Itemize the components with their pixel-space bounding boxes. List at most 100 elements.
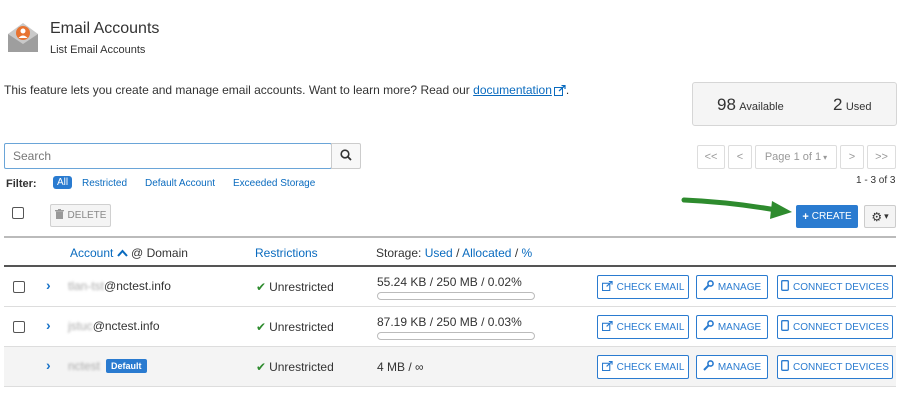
checkmark-icon: ✔ bbox=[256, 280, 267, 294]
column-storage: Storage: Used / Allocated / % bbox=[376, 246, 533, 260]
quota-stats-panel: 98 Available 2 Used bbox=[692, 82, 897, 126]
results-count: 1 - 3 of 3 bbox=[856, 175, 896, 186]
restriction-label: Unrestricted bbox=[269, 320, 334, 334]
mobile-device-icon bbox=[781, 320, 789, 334]
pagination-prev-button[interactable]: < bbox=[728, 145, 752, 169]
connect-devices-button[interactable]: CONNECT DEVICES bbox=[777, 275, 893, 299]
email-envelope-icon bbox=[6, 20, 40, 54]
column-storage-label: Storage: bbox=[376, 246, 422, 260]
row-checkbox[interactable] bbox=[13, 321, 25, 333]
column-account[interactable]: Account @ Domain bbox=[70, 246, 188, 260]
expand-row-chevron-icon[interactable]: › bbox=[46, 277, 51, 293]
check-email-button[interactable]: CHECK EMAIL bbox=[597, 315, 689, 339]
restriction-label: Unrestricted bbox=[269, 280, 334, 294]
check-email-button[interactable]: CHECK EMAIL bbox=[597, 275, 689, 299]
page-select-label: Page 1 of 1 bbox=[764, 151, 822, 163]
column-restrictions[interactable]: Restrictions bbox=[255, 246, 318, 260]
table-row: › tlan-tst@nctest.info ✔ Unrestricted 55.… bbox=[4, 267, 896, 307]
check-email-label: CHECK EMAIL bbox=[616, 321, 685, 333]
connect-devices-label: CONNECT DEVICES bbox=[793, 321, 889, 333]
check-email-button[interactable]: CHECK EMAIL bbox=[597, 355, 689, 379]
mobile-device-icon bbox=[781, 360, 789, 374]
search-button[interactable] bbox=[331, 143, 361, 169]
account-username-redacted: jstuc bbox=[68, 319, 93, 333]
account-domain: @nctest.info bbox=[104, 279, 171, 293]
create-button[interactable]: + CREATE bbox=[796, 205, 858, 228]
search-input[interactable] bbox=[4, 143, 332, 169]
column-domain-label: @ Domain bbox=[131, 246, 188, 260]
settings-dropdown-button[interactable]: ⚙ ▾ bbox=[864, 205, 896, 228]
sort-used-link[interactable]: Used bbox=[425, 246, 453, 260]
manage-label: MANAGE bbox=[717, 361, 762, 373]
plus-icon: + bbox=[802, 210, 809, 223]
account-address[interactable]: nctest Default bbox=[68, 359, 147, 373]
filter-default-account[interactable]: Default Account bbox=[145, 178, 215, 189]
mobile-device-icon bbox=[781, 280, 789, 294]
connect-devices-label: CONNECT DEVICES bbox=[793, 361, 889, 373]
connect-devices-button[interactable]: CONNECT DEVICES bbox=[777, 315, 893, 339]
delete-button[interactable]: DELETE bbox=[50, 204, 111, 227]
connect-devices-button[interactable]: CONNECT DEVICES bbox=[777, 355, 893, 379]
manage-button[interactable]: MANAGE bbox=[696, 355, 768, 379]
intro-text: This feature lets you create and manage … bbox=[4, 83, 569, 99]
external-link-icon bbox=[601, 320, 613, 334]
storage-usage: 87.19 KB / 250 MB / 0.03% bbox=[377, 315, 522, 329]
external-link-icon bbox=[601, 280, 613, 294]
caret-down-icon: ▾ bbox=[823, 152, 828, 162]
page-subtitle: List Email Accounts bbox=[50, 44, 146, 56]
account-username-redacted: tlan-tst bbox=[68, 279, 105, 293]
manage-button[interactable]: MANAGE bbox=[696, 315, 768, 339]
used-label: Used bbox=[845, 101, 872, 113]
page-title: Email Accounts bbox=[50, 20, 160, 37]
default-badge: Default bbox=[106, 359, 147, 373]
expand-row-chevron-icon[interactable]: › bbox=[46, 357, 51, 373]
checkmark-icon: ✔ bbox=[256, 320, 267, 334]
manage-label: MANAGE bbox=[717, 281, 762, 293]
table-header: Account @ Domain Restrictions Storage: U… bbox=[4, 236, 896, 267]
delete-label: DELETE bbox=[67, 210, 107, 221]
trash-icon bbox=[54, 209, 64, 222]
used-stat: 2 Used bbox=[833, 95, 872, 115]
account-username-redacted: nctest bbox=[68, 359, 101, 373]
sort-allocated-link[interactable]: Allocated bbox=[462, 246, 511, 260]
wrench-icon bbox=[703, 280, 714, 294]
restriction-status: ✔ Unrestricted bbox=[256, 360, 334, 374]
available-label: Available bbox=[739, 101, 784, 113]
account-address[interactable]: tlan-tst@nctest.info bbox=[68, 279, 171, 293]
filter-all[interactable]: All bbox=[53, 176, 73, 189]
gear-icon: ⚙ bbox=[871, 209, 883, 224]
search-icon bbox=[340, 148, 352, 164]
pagination-first-button[interactable]: << bbox=[697, 145, 725, 169]
intro-trailing: . bbox=[565, 83, 570, 97]
restriction-status: ✔ Unrestricted bbox=[256, 280, 334, 294]
pagination-last-button[interactable]: >> bbox=[867, 145, 896, 169]
sort-ascending-icon bbox=[116, 246, 131, 260]
storage-usage: 4 MB / ∞ bbox=[377, 360, 424, 374]
filter-restricted[interactable]: Restricted bbox=[82, 178, 127, 189]
select-all-checkbox[interactable] bbox=[12, 207, 24, 219]
manage-button[interactable]: MANAGE bbox=[696, 275, 768, 299]
expand-row-chevron-icon[interactable]: › bbox=[46, 317, 51, 333]
page-select[interactable]: Page 1 of 1 ▾ bbox=[755, 145, 837, 169]
column-account-label: Account bbox=[70, 246, 114, 260]
external-link-icon bbox=[553, 84, 566, 99]
external-link-icon bbox=[601, 360, 613, 374]
documentation-link[interactable]: documentation bbox=[473, 83, 552, 97]
restriction-label: Unrestricted bbox=[269, 360, 334, 374]
pagination-next-button[interactable]: > bbox=[840, 145, 864, 169]
restriction-status: ✔ Unrestricted bbox=[256, 320, 334, 334]
table-row: › nctest Default ✔ Unrestricted 4 MB / ∞ C… bbox=[4, 347, 896, 387]
available-count: 98 bbox=[717, 95, 736, 114]
caret-down-icon: ▾ bbox=[884, 211, 889, 221]
wrench-icon bbox=[703, 360, 714, 374]
filter-exceeded-storage[interactable]: Exceeded Storage bbox=[233, 178, 315, 189]
storage-usage: 55.24 KB / 250 MB / 0.02% bbox=[377, 275, 522, 289]
account-domain: @nctest.info bbox=[92, 319, 160, 333]
manage-label: MANAGE bbox=[717, 321, 762, 333]
checkmark-icon: ✔ bbox=[256, 360, 267, 374]
annotation-arrow-icon bbox=[680, 192, 800, 225]
row-checkbox[interactable] bbox=[13, 281, 25, 293]
account-address[interactable]: jstuc@nctest.info bbox=[68, 319, 160, 333]
storage-progress-bar bbox=[377, 292, 535, 300]
sort-percent-link[interactable]: % bbox=[522, 246, 533, 260]
